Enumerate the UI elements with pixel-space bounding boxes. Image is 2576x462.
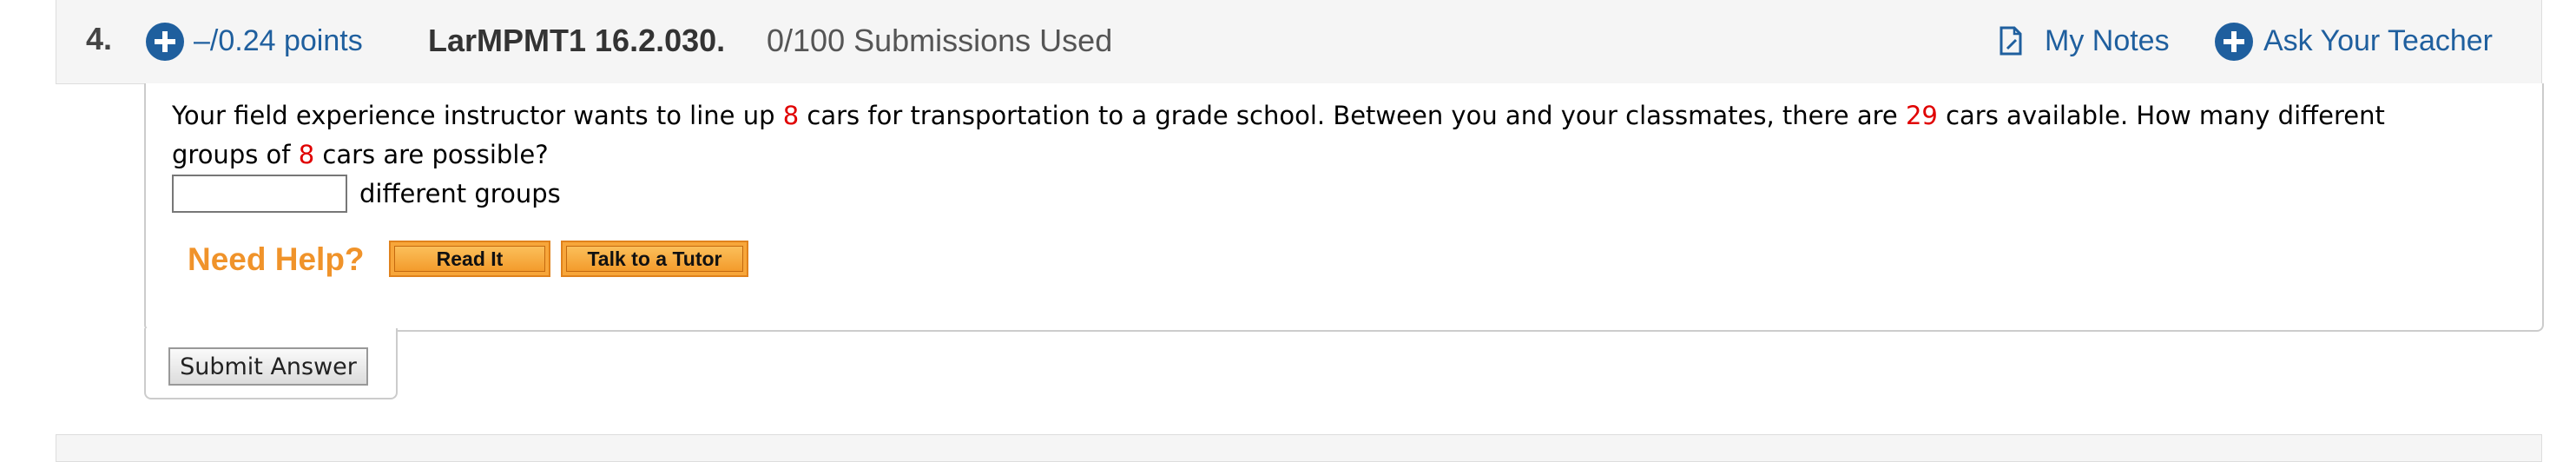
next-question-header: [56, 434, 2542, 462]
question-text-line-2: groups of 8 cars are possible?: [172, 140, 549, 169]
question-number: 4.: [86, 21, 113, 56]
total-cars: 29: [1905, 101, 1938, 130]
submit-answer-button[interactable]: Submit Answer: [168, 347, 368, 386]
question-header: 4. –/0.24 points LarMPMT1 16.2.030. 0/10…: [56, 0, 2542, 84]
plus-circle-icon[interactable]: [2215, 23, 2253, 61]
answer-input[interactable]: [172, 175, 347, 213]
notes-icon[interactable]: [2000, 26, 2022, 56]
talk-to-tutor-button[interactable]: Talk to a Tutor: [561, 241, 748, 277]
problem-id: LarMPMT1 16.2.030.: [428, 23, 726, 58]
need-help-label: Need Help?: [188, 241, 365, 277]
answer-unit-label: different groups: [359, 179, 561, 208]
plus-circle-icon[interactable]: [146, 23, 184, 61]
read-it-button[interactable]: Read It: [389, 241, 550, 277]
question-text-line-1: Your field experience instructor wants t…: [172, 101, 2385, 130]
ask-teacher-link[interactable]: Ask Your Teacher: [2263, 24, 2493, 58]
my-notes-link[interactable]: My Notes: [2045, 24, 2170, 58]
submissions-count: 0/100 Submissions Used: [767, 23, 1113, 58]
number-of-cars: 8: [298, 140, 315, 169]
points-label[interactable]: –/0.24 points: [194, 24, 363, 58]
number-of-cars: 8: [782, 101, 800, 130]
